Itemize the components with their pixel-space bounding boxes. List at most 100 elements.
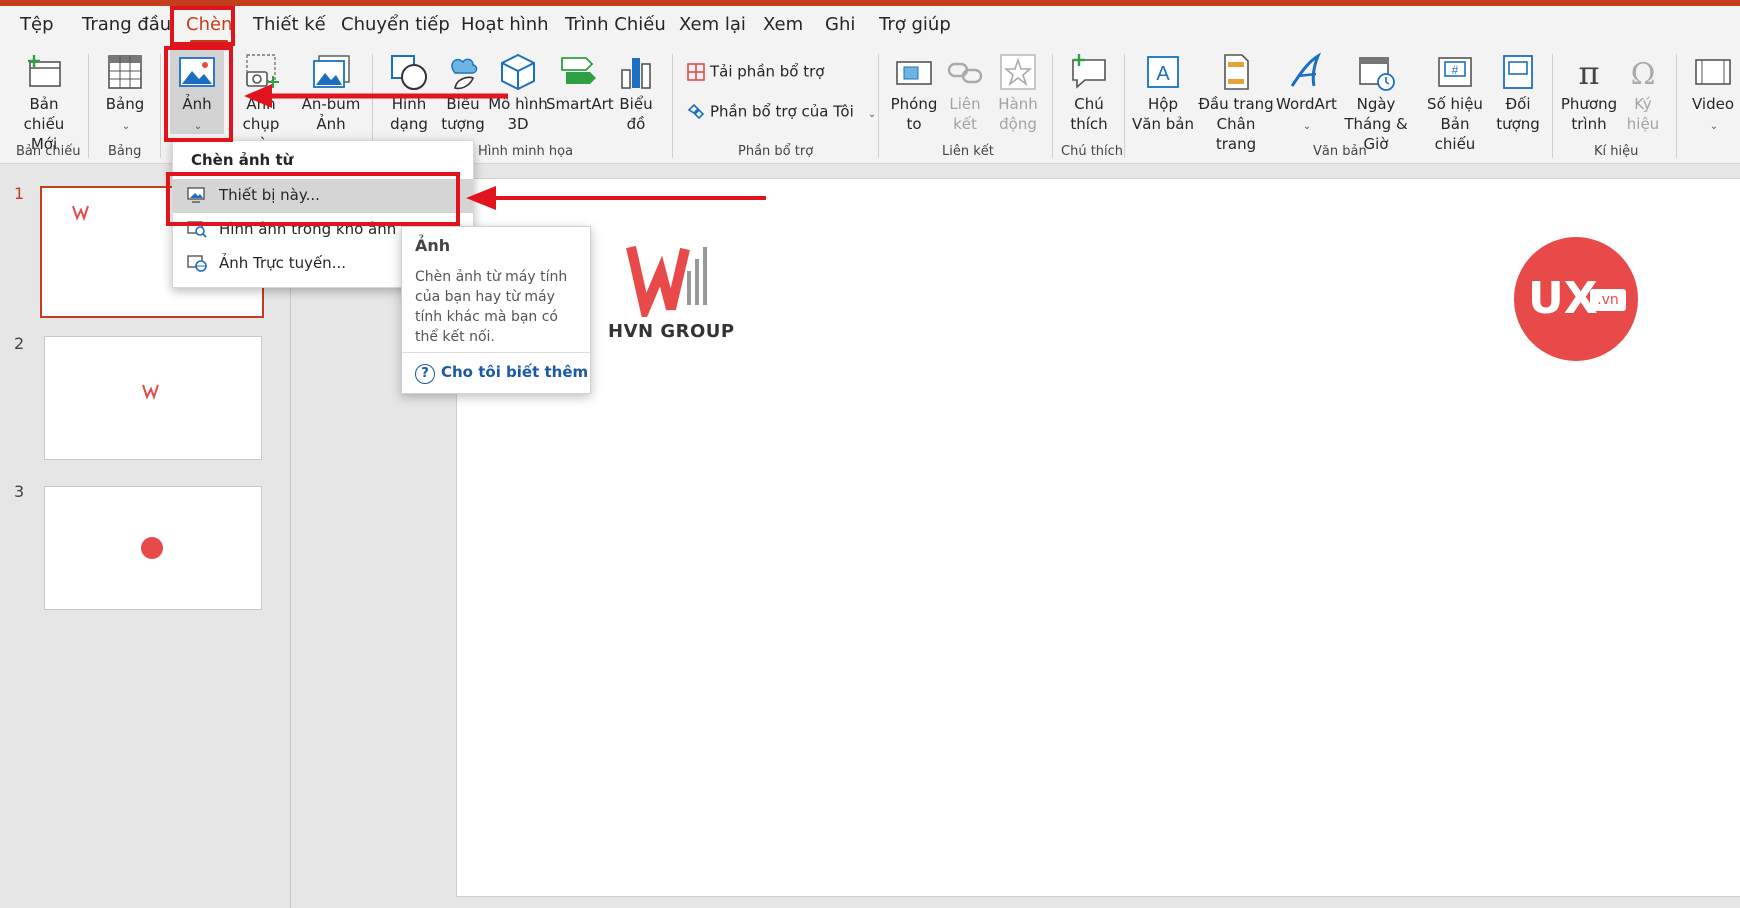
icons-button[interactable]: Biểu tượng	[434, 50, 492, 142]
group-label-links: Liên kết	[942, 144, 994, 159]
comment-icon	[1072, 54, 1106, 89]
slide-number-3: 3	[14, 482, 25, 501]
group-label-tables: Bảng	[108, 144, 142, 159]
new-slide-icon	[28, 55, 61, 87]
group-label-comments: Chú thích	[1061, 144, 1124, 159]
object-icon	[1503, 55, 1533, 89]
chevron-down-icon: ⌄	[121, 121, 131, 132]
tooltip-divider	[402, 352, 590, 353]
group-separator	[160, 54, 161, 158]
photo-album-icon	[313, 55, 350, 88]
tab-insert-label: Chèn	[186, 14, 233, 35]
3d-models-button[interactable]: Mô hình 3D	[488, 50, 548, 142]
wordart-icon	[1290, 52, 1322, 87]
group-label-addins: Phần bổ trợ	[738, 144, 814, 159]
tab-active-underline	[190, 40, 229, 43]
symbol-button[interactable]: Ω Ký hiệu	[1618, 50, 1668, 142]
screenshot-button[interactable]: Ảnh chụp màn hình	[226, 50, 296, 173]
equation-button[interactable]: π Phương trình	[1556, 50, 1622, 142]
pictures-button[interactable]: Ảnh ⌄	[170, 50, 224, 134]
video-button[interactable]: Video ⌄	[1686, 50, 1740, 142]
table-icon	[108, 55, 142, 89]
svg-text:A: A	[1156, 63, 1170, 85]
icons-label: Biểu tượng	[441, 95, 485, 133]
online-picture-icon	[187, 255, 207, 272]
tab-help[interactable]: Trợ giúp	[879, 14, 951, 35]
smartart-button[interactable]: SmartArt	[546, 50, 614, 142]
chart-icon	[621, 58, 651, 89]
tab-review[interactable]: Xem lại	[679, 14, 746, 35]
tab-record[interactable]: Ghi	[825, 14, 855, 35]
shapes-button[interactable]: Hình dạng	[380, 50, 438, 142]
pictures-label: Ảnh	[182, 95, 212, 113]
header-footer-button[interactable]: Đầu trang Chân trang	[1198, 50, 1274, 153]
smartart-icon	[561, 57, 596, 84]
table-label: Bảng	[105, 95, 145, 113]
slide-number-button[interactable]: # Số hiệu Bản chiếu	[1418, 50, 1492, 153]
tab-slideshow[interactable]: Trình Chiếu	[565, 14, 666, 35]
comment-button[interactable]: Chú thích	[1058, 50, 1120, 142]
pictures-tooltip: Ảnh Chèn ảnh từ máy tính của bạn hay từ …	[401, 226, 591, 394]
textbox-button[interactable]: A Hộp Văn bản	[1132, 50, 1194, 142]
puzzle-icon	[687, 103, 705, 120]
omega-icon: Ω	[1631, 57, 1656, 92]
ribbon-tabs: Tệp Trang đầu Chèn Thiết kế Chuyển tiếp …	[0, 6, 1740, 50]
tab-transitions[interactable]: Chuyển tiếp	[341, 14, 450, 35]
menu-item-this-device[interactable]: Thiết bị này...	[173, 179, 473, 213]
date-time-button[interactable]: Ngày Tháng & Giờ	[1336, 50, 1416, 153]
get-addins-label: Tải phần bổ trợ	[710, 62, 825, 81]
table-button[interactable]: Bảng ⌄	[98, 50, 152, 142]
hvn-logo-mini	[72, 205, 89, 221]
pi-icon: π	[1578, 54, 1599, 92]
tab-home[interactable]: Trang đầu	[82, 14, 171, 35]
tell-me-more-label: Cho tôi biết thêm	[441, 363, 589, 381]
object-button[interactable]: Đối tượng	[1490, 50, 1546, 142]
group-label-symbols: Kí hiệu	[1594, 144, 1639, 159]
screenshot-icon	[246, 54, 279, 88]
slide-thumbnail-3[interactable]	[44, 486, 262, 610]
tooltip-description: Chèn ảnh từ máy tính của bạn hay từ máy …	[415, 269, 568, 345]
chart-button[interactable]: Biểu đồ	[612, 50, 660, 142]
tooltip-title: Ảnh	[415, 236, 451, 255]
get-addins-button[interactable]: Tải phần bổ trợ	[686, 62, 824, 82]
slide-canvas[interactable]: HVN GROUP UX .vn	[456, 178, 1740, 897]
tab-view[interactable]: Xem	[763, 14, 803, 35]
photo-album-button[interactable]: An-bum Ảnh	[298, 50, 364, 142]
group-separator	[1676, 54, 1677, 158]
svg-text:π: π	[1578, 54, 1599, 92]
group-separator	[672, 54, 673, 158]
action-button[interactable]: Hành động	[992, 50, 1044, 142]
svg-text:Ω: Ω	[1631, 57, 1656, 92]
video-icon	[1695, 59, 1731, 85]
textbox-icon: A	[1147, 56, 1179, 88]
tab-design[interactable]: Thiết kế	[253, 14, 326, 35]
my-addins-button[interactable]: Phần bổ trợ của Tôi ⌄	[686, 102, 876, 122]
ux-logo-mini	[141, 537, 163, 559]
menu-item-label: Ảnh Trực tuyến...	[219, 254, 346, 272]
symbol-label: Ký hiệu	[1626, 95, 1660, 133]
link-icon	[947, 62, 983, 84]
tab-file[interactable]: Tệp	[20, 14, 54, 35]
zoom-button[interactable]: Phóng to	[886, 50, 942, 142]
chevron-down-icon: ⌄	[1709, 121, 1719, 132]
slide-thumbnail-2[interactable]	[44, 336, 262, 460]
tell-me-more-link[interactable]: ? Cho tôi biết thêm	[415, 363, 588, 384]
link-label: Liên kết	[949, 95, 981, 133]
picture-icon	[179, 57, 215, 87]
tab-insert[interactable]: Chèn	[186, 14, 233, 43]
group-label-illustrations: Hình minh họa	[478, 144, 574, 159]
icons-icon	[451, 58, 478, 90]
wordart-button[interactable]: WordArt ⌄	[1276, 50, 1337, 142]
group-separator	[88, 54, 89, 158]
hvn-logo-text: HVN GROUP	[608, 321, 735, 342]
group-separator	[1052, 54, 1053, 158]
tab-animations[interactable]: Hoạt hình	[461, 14, 549, 35]
zoom-label: Phóng to	[890, 95, 938, 133]
menu-item-label: Thiết bị này...	[219, 186, 320, 204]
star-icon	[1000, 54, 1036, 90]
group-separator	[1552, 54, 1553, 158]
new-slide-button[interactable]: Bản chiếu Mới	[6, 50, 82, 153]
svg-text:#: #	[1452, 63, 1459, 77]
chevron-down-icon: ⌄	[1302, 121, 1312, 132]
link-button[interactable]: Liên kết	[940, 50, 990, 142]
